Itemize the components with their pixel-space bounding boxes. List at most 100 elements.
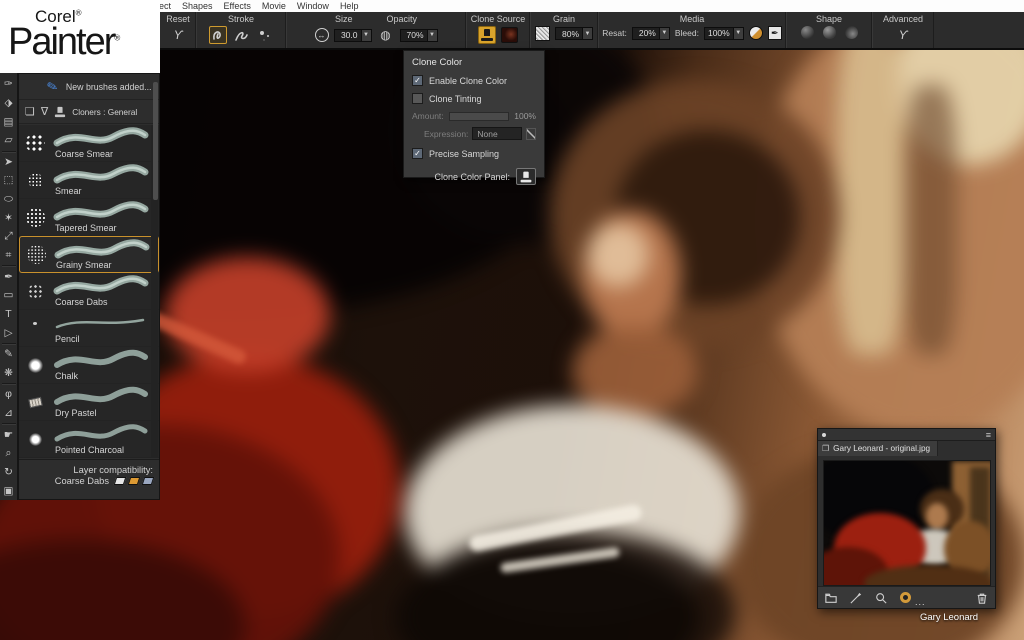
dryness-icon[interactable] — [749, 26, 763, 40]
zoom-source-icon[interactable] — [875, 592, 887, 604]
layer-compat-value: Coarse Dabs — [55, 476, 109, 486]
grain-dropdown-arrow[interactable]: ▼ — [582, 28, 592, 39]
size-icon[interactable]: ↔ — [315, 28, 329, 42]
crop-tool-icon[interactable]: ⌗ — [1, 246, 17, 265]
menu-item-window[interactable]: Window — [297, 1, 329, 11]
lasso-tool-icon[interactable]: ⬭ — [1, 190, 17, 209]
reset-brush-button[interactable]: ϒ — [169, 26, 187, 44]
kaleidoscope-tool-icon[interactable]: ❋ — [1, 364, 17, 383]
clone-color-panel-label: Clone Color Panel: — [434, 172, 510, 182]
stroke-freehand-button[interactable] — [209, 26, 227, 44]
opacity-field[interactable]: 70%▼ — [400, 29, 438, 42]
open-source-folder-icon[interactable] — [825, 592, 837, 604]
shape-angle-icon[interactable] — [845, 26, 858, 39]
section-clone-source: Clone Source — [466, 12, 530, 48]
brush-category-label[interactable]: Cloners : General — [72, 107, 137, 117]
sample-dropper-icon[interactable] — [850, 592, 862, 604]
grain-texture-icon[interactable] — [535, 26, 550, 41]
clone-source-image[interactable] — [823, 460, 991, 586]
brush-item[interactable]: Coarse Smear — [19, 125, 159, 162]
clone-source-tab[interactable]: ❐ Gary Leonard - original.jpg — [818, 441, 938, 456]
brush-item[interactable]: Dry Pastel — [19, 384, 159, 421]
shape-bristle-icon[interactable] — [823, 26, 836, 39]
menu-item-effects[interactable]: Effects — [224, 1, 251, 11]
magic-wand-tool-icon[interactable]: ✶ — [1, 208, 17, 227]
size-label: Size — [335, 14, 353, 24]
paint-bucket-tool-icon[interactable]: ⬗ — [1, 94, 17, 113]
brush-library-icon[interactable]: ❏ — [25, 105, 35, 118]
brush-item[interactable]: Pencil — [19, 310, 159, 347]
dropper-tool-icon[interactable]: ✑ — [1, 75, 17, 94]
amount-slider[interactable] — [449, 112, 510, 121]
perspective-grid-tool-icon[interactable]: ⊿ — [1, 404, 17, 423]
menu-item-movie[interactable]: Movie — [262, 1, 286, 11]
resat-label: Resat: — [602, 28, 627, 38]
clone-source-panel: ≡ ❐ Gary Leonard - original.jpg ... — [817, 428, 996, 609]
clone-source-thumbnail[interactable] — [501, 27, 518, 43]
brush-item-selected[interactable]: Grainy Smear — [19, 236, 159, 273]
clone-tinting-checkbox[interactable] — [412, 93, 423, 104]
artist-credit: Gary Leonard — [920, 612, 978, 623]
expression-label: Expression: — [424, 129, 468, 139]
clone-color-panel-button[interactable] — [516, 168, 536, 185]
size-field[interactable]: 30.0▼ — [334, 29, 372, 42]
resat-field[interactable]: 20%▼ — [632, 27, 670, 40]
liquid-ink-icon[interactable]: ✒ — [768, 26, 782, 40]
enable-clone-color-checkbox[interactable]: ✓ — [412, 75, 423, 86]
magnifier-tool-icon[interactable]: ⌕ — [1, 444, 17, 463]
stroke-dab-button[interactable] — [255, 26, 273, 44]
more-options-dots[interactable]: ... — [915, 597, 926, 607]
grain-field[interactable]: 80%▼ — [555, 27, 593, 40]
brush-category-bar: ❏ ∇ Cloners : General — [19, 100, 159, 124]
cloner-stamp-icon[interactable] — [55, 106, 65, 116]
brush-item[interactable]: Tapered Smear — [19, 199, 159, 236]
opacity-icon[interactable]: ◍ — [377, 26, 395, 44]
pen-tool-icon[interactable]: ✒ — [1, 267, 17, 286]
divine-proportion-tool-icon[interactable]: φ — [1, 385, 17, 404]
brush-item[interactable]: Smear — [19, 162, 159, 199]
rect-select-tool-icon[interactable]: ⬚ — [1, 171, 17, 190]
menu-item-shapes[interactable]: Shapes — [182, 1, 213, 11]
clone-stamp-button[interactable] — [478, 26, 496, 44]
stroke-curve-button[interactable] — [232, 26, 250, 44]
layer-type-blue-icon — [142, 477, 155, 485]
brush-item[interactable]: Chalk — [19, 347, 159, 384]
tracing-paper-toggle-icon[interactable] — [900, 592, 911, 603]
advanced-label: Advanced — [883, 14, 923, 24]
shape-dab-icon[interactable] — [801, 26, 814, 39]
navigator-tool-icon[interactable]: ▣ — [1, 481, 17, 500]
gradient-tool-icon[interactable]: ▤ — [1, 112, 17, 131]
delete-source-trash-icon[interactable] — [976, 592, 988, 604]
mirror-painting-tool-icon[interactable]: ✎ — [1, 345, 17, 364]
precise-sampling-checkbox[interactable]: ✓ — [412, 148, 423, 159]
new-brushes-banner[interactable]: ✎ New brushes added... — [19, 74, 159, 100]
bleed-dropdown-arrow[interactable]: ▼ — [733, 28, 743, 39]
panel-menu-icon[interactable]: ≡ — [986, 432, 991, 438]
resat-dropdown-arrow[interactable]: ▼ — [659, 28, 669, 39]
filter-icon[interactable]: ∇ — [41, 105, 48, 118]
expression-dropdown[interactable]: None — [472, 127, 522, 140]
image-tab-icon: ❐ — [822, 444, 829, 453]
clone-source-toolbar: ... — [818, 586, 995, 608]
rect-shape-tool-icon[interactable]: ▭ — [1, 286, 17, 305]
opacity-dropdown-arrow[interactable]: ▼ — [427, 30, 437, 41]
advanced-brush-button[interactable]: ϒ — [894, 26, 912, 44]
expression-curve-icon[interactable] — [526, 128, 536, 140]
brush-item[interactable]: Pointed Charcoal — [19, 421, 159, 458]
brush-list-scroll-thumb[interactable] — [153, 82, 158, 200]
transform-tool-icon[interactable]: ⤢ — [1, 227, 17, 246]
menu-item-help[interactable]: Help — [340, 1, 359, 11]
brush-item[interactable]: Coarse Dabs — [19, 273, 159, 310]
eraser-tool-icon[interactable]: ▱ — [1, 131, 17, 150]
bleed-field[interactable]: 100%▼ — [704, 27, 744, 40]
rotate-page-tool-icon[interactable]: ↻ — [1, 463, 17, 482]
shape-select-tool-icon[interactable]: ▷ — [1, 323, 17, 342]
clone-source-titlebar[interactable]: ≡ — [818, 429, 995, 441]
grabber-tool-icon[interactable]: ☛ — [1, 425, 17, 444]
brush-list: Coarse Smear Smear Tapered Smear Grainy … — [19, 125, 159, 458]
brush-name: Coarse Smear — [55, 149, 113, 159]
text-tool-icon[interactable]: T — [1, 305, 17, 324]
layer-adjuster-tool-icon[interactable]: ➤ — [1, 153, 17, 172]
size-dropdown-arrow[interactable]: ▼ — [361, 30, 371, 41]
panel-close-icon[interactable] — [822, 433, 826, 437]
